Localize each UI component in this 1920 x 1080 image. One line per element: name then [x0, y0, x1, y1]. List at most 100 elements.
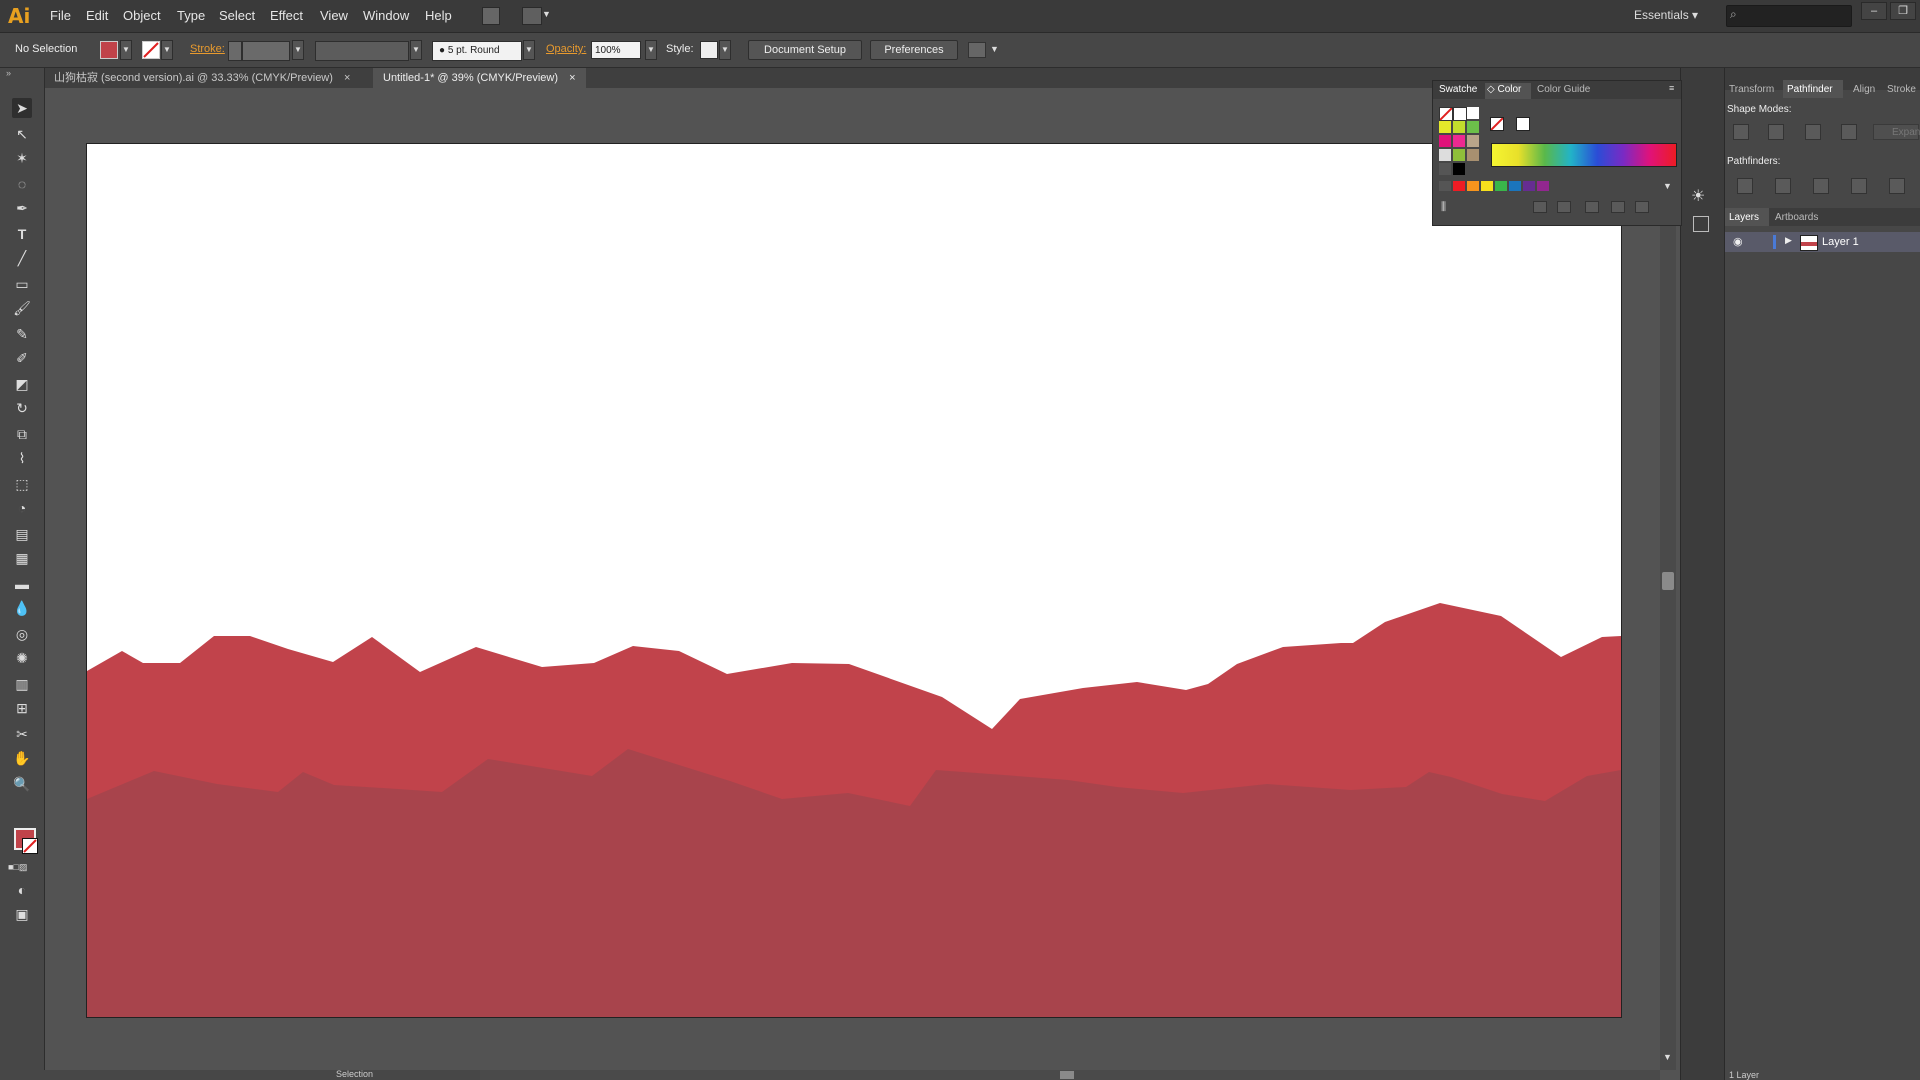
status-mode[interactable]: Selection	[336, 1069, 373, 1079]
color-fill-none[interactable]	[1490, 117, 1504, 131]
stroke-label[interactable]: Stroke:	[190, 43, 225, 55]
scale-tool-icon[interactable]: ⧉	[12, 424, 32, 444]
scroll-thumb[interactable]	[1060, 1071, 1074, 1079]
intersect-icon[interactable]	[1805, 124, 1821, 140]
stroke-color-swatch[interactable]	[22, 838, 38, 854]
swatch-registration[interactable]	[1453, 107, 1467, 121]
exclude-icon[interactable]	[1841, 124, 1857, 140]
close-icon[interactable]: ×	[344, 72, 350, 84]
menu-type[interactable]: Type	[177, 8, 205, 23]
search-input[interactable]: ⌕	[1726, 5, 1852, 27]
stroke-weight-stepper[interactable]	[228, 41, 242, 61]
menu-file[interactable]: File	[50, 8, 71, 23]
profile-dropdown[interactable]: ▼	[410, 40, 422, 60]
minus-front-icon[interactable]	[1768, 124, 1784, 140]
line-tool-icon[interactable]: ╱	[12, 248, 32, 268]
swatch-lime[interactable]	[1453, 121, 1465, 133]
opacity-dropdown[interactable]: ▼	[645, 40, 657, 60]
menu-window[interactable]: Window	[363, 8, 409, 23]
tab-stroke[interactable]: Stroke	[1887, 84, 1916, 95]
swatch-magenta[interactable]	[1439, 135, 1451, 147]
tab-color[interactable]: ◇ Color	[1487, 84, 1521, 95]
hand-tool-icon[interactable]: ✋	[12, 748, 32, 768]
menu-help[interactable]: Help	[425, 8, 452, 23]
delete-swatch-icon[interactable]	[1635, 201, 1649, 213]
color-mode-icons[interactable]: ■□▨	[8, 862, 27, 873]
tab-transform[interactable]: Transform	[1729, 84, 1774, 95]
chevron-down-icon[interactable]: ▼	[990, 44, 999, 54]
expand-button[interactable]: Expand	[1873, 124, 1920, 140]
tab-document-2[interactable]: Untitled-1* @ 39% (CMYK/Preview) ×	[373, 68, 586, 88]
chevron-down-icon[interactable]: ▼	[542, 9, 551, 19]
vertical-scrollbar[interactable]: ▼	[1660, 90, 1676, 1070]
selection-tool-icon[interactable]: ➤	[12, 98, 32, 118]
color-fill-white[interactable]	[1516, 117, 1530, 131]
stroke-weight-dropdown[interactable]: ▼	[292, 40, 304, 60]
swatch-none[interactable]	[1439, 107, 1453, 121]
screen-mode-icon[interactable]: ▣	[12, 904, 32, 924]
perspective-grid-tool-icon[interactable]: ▤	[12, 524, 32, 544]
rotate-tool-icon[interactable]: ↻	[12, 398, 32, 418]
tab-swatches[interactable]: Swatche	[1439, 84, 1477, 95]
layer-row[interactable]: ◉ ▶ Layer 1	[1725, 232, 1920, 252]
merge-icon[interactable]	[1813, 178, 1829, 194]
brightness-icon[interactable]: ☀	[1691, 186, 1705, 206]
blend-tool-icon[interactable]: ◎	[12, 624, 32, 644]
eyedropper-tool-icon[interactable]: 💧	[12, 598, 32, 618]
horizontal-scrollbar[interactable]	[480, 1070, 1660, 1080]
crop-icon[interactable]	[1851, 178, 1867, 194]
artboards-icon[interactable]	[1693, 216, 1709, 232]
stroke-weight-field[interactable]	[242, 41, 290, 61]
menu-view[interactable]: View	[320, 8, 348, 23]
fill-swatch[interactable]	[100, 41, 118, 59]
trim-icon[interactable]	[1775, 178, 1791, 194]
minimize-button[interactable]: –	[1861, 2, 1887, 20]
swatch-olive[interactable]	[1453, 149, 1465, 161]
tab-pathfinder[interactable]: Pathfinder	[1787, 84, 1833, 95]
outline-icon[interactable]	[1889, 178, 1905, 194]
swatch-purple[interactable]	[1523, 181, 1535, 191]
swatch-pattern[interactable]	[1439, 149, 1451, 161]
symbol-sprayer-tool-icon[interactable]: ✺	[12, 648, 32, 668]
menu-edit[interactable]: Edit	[86, 8, 108, 23]
layer-name[interactable]: Layer 1	[1822, 236, 1859, 248]
show-swatch-kinds-icon[interactable]	[1533, 201, 1547, 213]
menu-effect[interactable]: Effect	[270, 8, 303, 23]
paintbrush-tool-icon[interactable]: 🖌	[12, 298, 32, 318]
unite-icon[interactable]	[1733, 124, 1749, 140]
swatch-red[interactable]	[1453, 181, 1465, 191]
opacity-label[interactable]: Opacity:	[546, 43, 586, 55]
panel-menu-icon[interactable]: ≡	[1669, 83, 1674, 93]
menu-select[interactable]: Select	[219, 8, 255, 23]
swatch-gold[interactable]	[1481, 181, 1493, 191]
shape-builder-tool-icon[interactable]: ◔	[12, 498, 32, 518]
mesh-tool-icon[interactable]: ▦	[12, 548, 32, 568]
eraser-tool-icon[interactable]: ◩	[12, 374, 32, 394]
swatch-pink[interactable]	[1453, 135, 1465, 147]
swatch-orange[interactable]	[1467, 181, 1479, 191]
stroke-dropdown[interactable]: ▼	[161, 40, 173, 60]
width-tool-icon[interactable]: ⌇	[12, 448, 32, 468]
swatch-brown[interactable]	[1467, 149, 1479, 161]
magic-wand-tool-icon[interactable]: ✶	[12, 148, 32, 168]
swatch-green[interactable]	[1467, 121, 1479, 133]
workspace-switcher[interactable]: Essentials ▾	[1634, 8, 1698, 22]
new-color-group-icon[interactable]	[1557, 201, 1571, 213]
tab-color-guide[interactable]: Color Guide	[1537, 84, 1590, 95]
folder-icon[interactable]	[1585, 201, 1599, 213]
document-setup-button[interactable]: Document Setup	[748, 40, 862, 60]
swatch-tan[interactable]	[1467, 135, 1479, 147]
close-icon[interactable]: ×	[569, 72, 575, 84]
preferences-button[interactable]: Preferences	[870, 40, 958, 60]
scroll-thumb[interactable]	[1662, 572, 1674, 590]
tab-document-1[interactable]: 山狗枯寂 (second version).ai @ 33.33% (CMYK/…	[44, 68, 360, 88]
tab-artboards[interactable]: Artboards	[1775, 212, 1818, 223]
pen-tool-icon[interactable]: ✒	[12, 198, 32, 218]
restore-button[interactable]: ❐	[1890, 2, 1916, 20]
stroke-swatch[interactable]	[142, 41, 160, 59]
color-group-folder-icon[interactable]	[1439, 181, 1451, 191]
collapse-icon[interactable]: »	[6, 68, 11, 78]
style-dropdown[interactable]: ▼	[719, 40, 731, 60]
rectangle-tool-icon[interactable]: ▭	[12, 274, 32, 294]
divide-icon[interactable]	[1737, 178, 1753, 194]
